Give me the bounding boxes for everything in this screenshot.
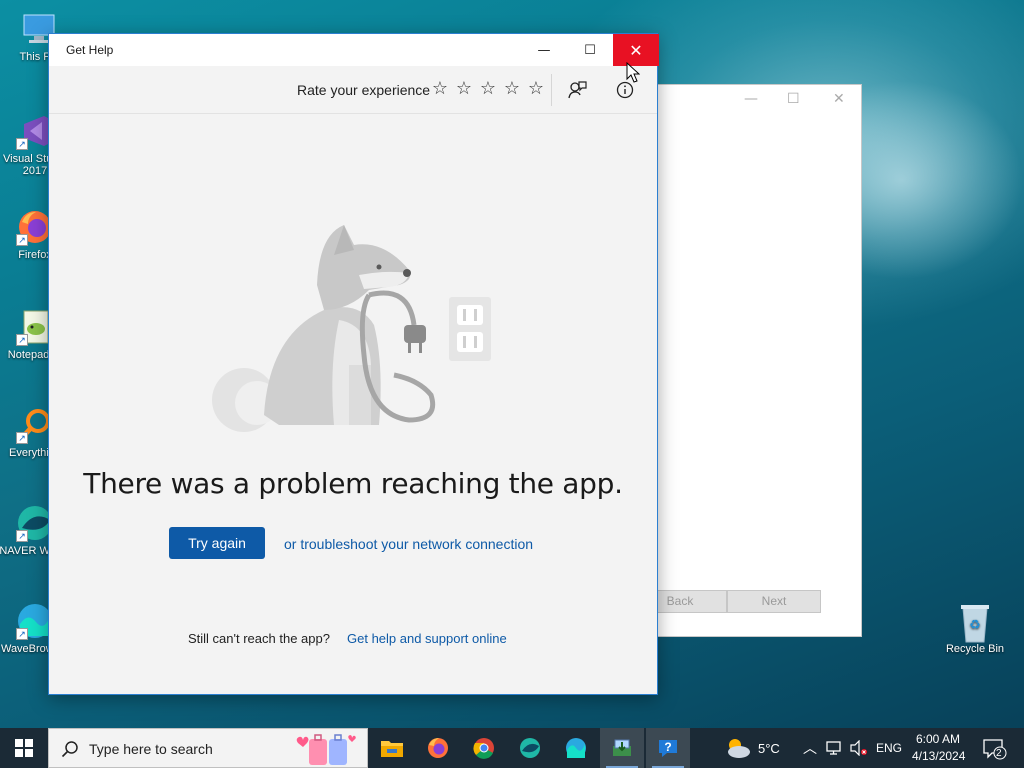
maximize-button[interactable]: ☐: [567, 34, 613, 66]
naver-whale-taskbar-button[interactable]: [508, 728, 552, 768]
taskbar-search-box[interactable]: Type here to search: [48, 728, 368, 768]
star-2[interactable]: ☆: [455, 78, 473, 99]
window-title: Get Help: [66, 43, 114, 57]
error-headline: There was a problem reaching the app.: [83, 467, 623, 500]
input-language-indicator[interactable]: ENG: [876, 741, 902, 755]
toolbar: Rate your experience ☆ ☆ ☆ ☆ ☆: [49, 66, 657, 114]
minimize-icon[interactable]: —: [744, 91, 758, 107]
recycle-bin-icon: ♻: [956, 602, 994, 643]
file-explorer-icon: [381, 741, 403, 757]
desktop-icon-recycle-bin[interactable]: ♻ Recycle Bin: [938, 602, 1012, 655]
installer-icon: [613, 739, 631, 756]
get-help-taskbar-button[interactable]: ?: [646, 728, 690, 768]
search-icon: [61, 741, 78, 758]
show-hidden-icons-chevron-icon[interactable]: ︿: [803, 738, 817, 758]
star-5[interactable]: ☆: [527, 78, 545, 99]
next-button[interactable]: Next: [727, 590, 821, 613]
weather-cloud-icon[interactable]: [724, 736, 752, 760]
try-again-button[interactable]: Try again: [169, 527, 265, 559]
windows-logo-icon: [15, 739, 33, 757]
rating-stars: ☆ ☆ ☆ ☆ ☆: [431, 78, 545, 99]
file-explorer-button[interactable]: [370, 728, 414, 768]
firefox-icon: [428, 738, 448, 758]
get-help-window: Get Help — ☐ ✕ Rate your experience ☆ ☆ …: [48, 33, 659, 695]
dog-with-unplugged-cord-illustration: [212, 225, 491, 432]
shortcut-arrow-icon: ↗: [16, 628, 28, 640]
shortcut-arrow-icon: ↗: [16, 138, 28, 150]
search-highlight-luggage-icon: [296, 734, 356, 765]
star-3[interactable]: ☆: [479, 78, 497, 99]
title-bar[interactable]: Get Help — ☐ ✕: [49, 34, 659, 66]
close-icon[interactable]: ✕: [833, 91, 845, 107]
still-cant-reach-text: Still can't reach the app?: [188, 631, 330, 646]
volume-muted-icon[interactable]: [850, 740, 868, 756]
error-content: There was a problem reaching the app. Tr…: [49, 115, 657, 694]
clock-date[interactable]: 4/13/2024: [912, 749, 965, 763]
start-button[interactable]: [0, 728, 48, 768]
feedback-icon[interactable]: [563, 76, 591, 104]
shortcut-arrow-icon: ↗: [16, 530, 28, 542]
weather-temperature[interactable]: 5°C: [758, 741, 780, 756]
get-help-icon: ?: [659, 740, 677, 757]
minimize-button[interactable]: —: [521, 34, 567, 66]
svg-text:♻: ♻: [969, 617, 981, 632]
network-icon[interactable]: [826, 740, 844, 756]
maximize-icon[interactable]: ☐: [787, 91, 800, 107]
chrome-icon: [473, 738, 494, 759]
star-1[interactable]: ☆: [431, 78, 449, 99]
notifications-icon[interactable]: [982, 738, 1008, 760]
shortcut-arrow-icon: ↗: [16, 432, 28, 444]
installer-taskbar-button[interactable]: [600, 728, 644, 768]
chrome-taskbar-button[interactable]: [462, 728, 506, 768]
mouse-cursor-icon: [626, 62, 640, 83]
wavebrowser-icon: [566, 738, 586, 758]
clock-time[interactable]: 6:00 AM: [916, 732, 960, 746]
star-4[interactable]: ☆: [503, 78, 521, 99]
search-placeholder: Type here to search: [89, 741, 213, 757]
desktop-icon-label: Recycle Bin: [945, 643, 1005, 655]
firefox-taskbar-button[interactable]: [416, 728, 460, 768]
svg-text:?: ?: [664, 740, 671, 754]
troubleshoot-network-link[interactable]: or troubleshoot your network connection: [284, 536, 533, 552]
taskbar: Type here to search ? 5°C ︿ ENG 6:00 AM …: [0, 728, 1024, 768]
shortcut-arrow-icon: ↗: [16, 234, 28, 246]
rate-experience-label: Rate your experience: [297, 82, 431, 98]
shortcut-arrow-icon: ↗: [16, 334, 28, 346]
naver-whale-icon: [520, 738, 540, 758]
toolbar-divider: [551, 74, 552, 106]
notification-count-badge: 2: [996, 748, 1002, 759]
get-help-online-link[interactable]: Get help and support online: [347, 631, 507, 646]
wavebrowser-taskbar-button[interactable]: [554, 728, 598, 768]
